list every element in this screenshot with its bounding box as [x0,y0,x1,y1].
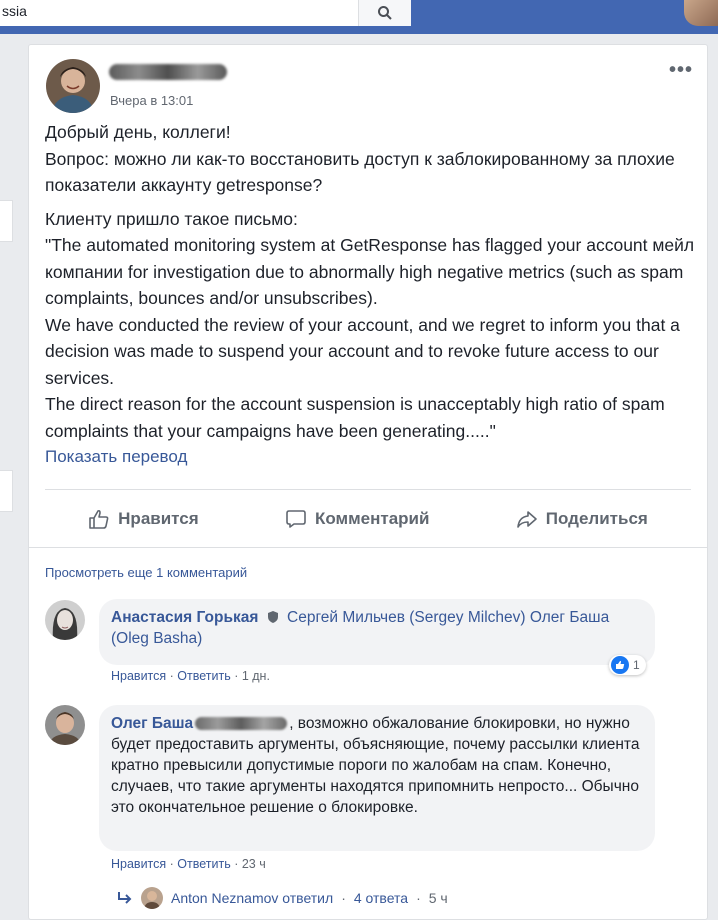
left-rail-tab [0,200,13,242]
replier-avatar [141,887,163,909]
search-button[interactable] [358,0,411,26]
left-rail-tab [0,470,13,512]
share-icon [516,511,537,528]
post-line: We have conducted the review of your acc… [45,314,680,388]
reaction-count: 1 [633,658,640,672]
reply-arrow-icon [118,892,132,904]
post-timestamp[interactable]: Вчера в 13:01 [110,93,193,108]
shield-icon [267,611,278,623]
post-line: "The automated monitoring system at GetR… [45,235,695,308]
comment-label: Комментарий [314,509,430,528]
post-line: Клиенту пришло такое письмо: [45,208,298,229]
comment-meta: Нравится · Ответить · 1 дн. [111,669,270,683]
share-label: Поделиться [545,509,648,528]
mention-redacted[interactable] [195,717,288,731]
post-line: Вопрос: можно ли как-то восстановить дос… [45,148,675,196]
post-actions: Нравится Комментарий Поделиться [45,501,691,537]
divider [45,489,691,490]
commenter-avatar[interactable] [45,705,85,745]
show-translation-link[interactable]: Показать перевод [45,447,187,467]
comment-bubble: Олег Баша, возможно обжалование блокиров… [99,705,655,851]
reply-count[interactable]: 4 ответа [354,890,408,906]
post-line: The direct reason for the account suspen… [45,394,665,441]
author-avatar[interactable] [46,59,100,113]
post-line: Добрый день, коллеги! [45,122,231,142]
comment-like-link[interactable]: Нравится [111,857,166,871]
share-button[interactable]: Поделиться [516,509,648,529]
replies-summary[interactable]: Anton Neznamov ответил · 4 ответа · 5 ч [117,887,448,909]
comment-reply-link[interactable]: Ответить [177,669,230,683]
comment-icon [286,510,306,528]
comment-reply-link[interactable]: Ответить [177,857,230,871]
comment-age[interactable]: 23 ч [242,857,266,871]
reply-age: 5 ч [428,890,448,906]
reaction-count-badge[interactable]: 1 [609,655,646,675]
commenter-avatar[interactable] [45,600,85,640]
comment-age[interactable]: 1 дн. [242,669,270,683]
comment-bubble: Анастасия Горькая Сергей Мильчев (Sergey… [99,599,655,665]
profile-avatar[interactable] [684,0,718,26]
comment-button[interactable]: Комментарий [285,509,429,529]
like-label: Нравится [118,509,199,528]
comment-author[interactable]: Анастасия Горькая [111,609,258,626]
like-reaction-icon [611,656,629,674]
search-icon [378,6,392,20]
author-name-redacted[interactable] [109,64,227,80]
post-body: Добрый день, коллеги! Вопрос: можно ли к… [45,119,695,444]
divider [29,547,707,548]
like-button[interactable]: Нравится [88,509,199,529]
view-more-comments-link[interactable]: Просмотреть еще 1 комментарий [45,565,247,580]
comment-author[interactable]: Олег Баша [111,715,193,732]
search-input[interactable]: ssia [0,0,360,26]
more-options-icon[interactable]: ••• [669,59,693,82]
comment-like-link[interactable]: Нравится [111,669,166,683]
replier-name[interactable]: Anton Neznamov ответил [171,890,333,906]
post-card: Вчера в 13:01 ••• Добрый день, коллеги! … [28,44,708,920]
comment-meta: Нравится · Ответить · 23 ч [111,857,266,871]
thumbs-up-icon [89,509,109,529]
top-nav-bar: ssia [0,0,718,34]
